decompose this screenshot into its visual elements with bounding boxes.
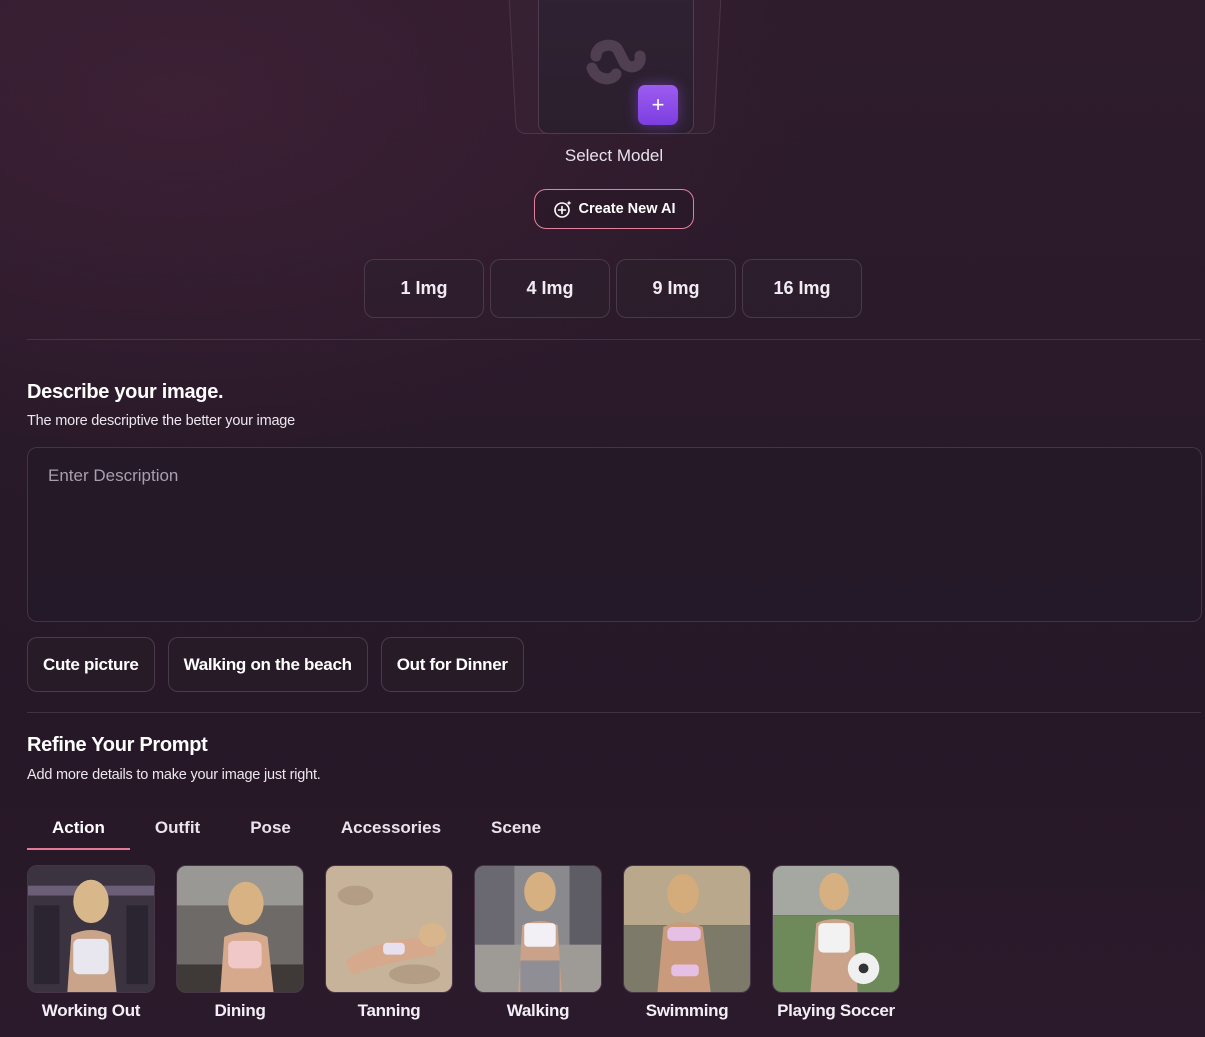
count-option-9[interactable]: 9 Img	[616, 259, 736, 318]
logo-placeholder-icon	[586, 39, 646, 85]
count-option-16[interactable]: 16 Img	[742, 259, 862, 318]
option-playing-soccer[interactable]: Playing Soccer	[772, 865, 900, 1021]
create-new-ai-button[interactable]: Create New AI	[534, 189, 694, 229]
count-option-1[interactable]: 1 Img	[364, 259, 484, 318]
suggestion-chip[interactable]: Out for Dinner	[380, 637, 524, 692]
thumbnail-image	[325, 865, 453, 993]
thumbnail-image	[176, 865, 304, 993]
describe-subtitle: The more descriptive the better your ima…	[27, 413, 296, 429]
tab-accessories[interactable]: Accessories	[316, 806, 466, 850]
describe-title: Describe your image.	[27, 381, 224, 403]
description-input[interactable]	[27, 447, 1202, 622]
refine-title: Refine Your Prompt	[27, 734, 208, 756]
tab-action[interactable]: Action	[27, 806, 130, 850]
refine-subtitle: Add more details to make your image just…	[27, 767, 321, 783]
select-model-label[interactable]: Select Model	[0, 146, 1205, 166]
thumbnail-image	[474, 865, 602, 993]
suggestion-chips: Cute picture Walking on the beach Out fo…	[27, 637, 524, 692]
option-tanning[interactable]: Tanning	[325, 865, 453, 1021]
option-dining[interactable]: Dining	[176, 865, 304, 1021]
option-label: Swimming	[645, 1001, 729, 1020]
suggestion-chip[interactable]: Cute picture	[27, 637, 155, 692]
thumbnail-image	[27, 865, 155, 993]
option-label: Working Out	[41, 1001, 141, 1020]
create-new-ai-label: Create New AI	[578, 201, 676, 217]
tab-scene[interactable]: Scene	[466, 806, 566, 850]
option-working-out[interactable]: Working Out	[27, 865, 155, 1021]
tab-outfit[interactable]: Outfit	[130, 806, 225, 850]
divider	[27, 339, 1201, 340]
option-label: Dining	[214, 1001, 266, 1020]
sparkle-plus-icon	[553, 200, 572, 218]
option-walking[interactable]: Walking	[474, 865, 602, 1021]
image-count-selector: 1 Img 4 Img 9 Img 16 Img	[364, 259, 862, 318]
refine-tabs: Action Outfit Pose Accessories Scene	[27, 806, 566, 850]
add-model-button[interactable]: +	[638, 85, 678, 125]
tab-pose[interactable]: Pose	[225, 806, 316, 850]
thumbnail-image	[623, 865, 751, 993]
option-label: Walking	[506, 1001, 570, 1020]
thumbnail-image	[772, 865, 900, 993]
option-swimming[interactable]: Swimming	[623, 865, 751, 1021]
option-label: Playing Soccer	[777, 1001, 895, 1020]
divider	[27, 712, 1201, 713]
option-label: Tanning	[357, 1001, 421, 1020]
count-option-4[interactable]: 4 Img	[490, 259, 610, 318]
action-options: Working Out Dining Tanning Walking Swimm…	[27, 865, 900, 1021]
suggestion-chip[interactable]: Walking on the beach	[167, 637, 368, 692]
